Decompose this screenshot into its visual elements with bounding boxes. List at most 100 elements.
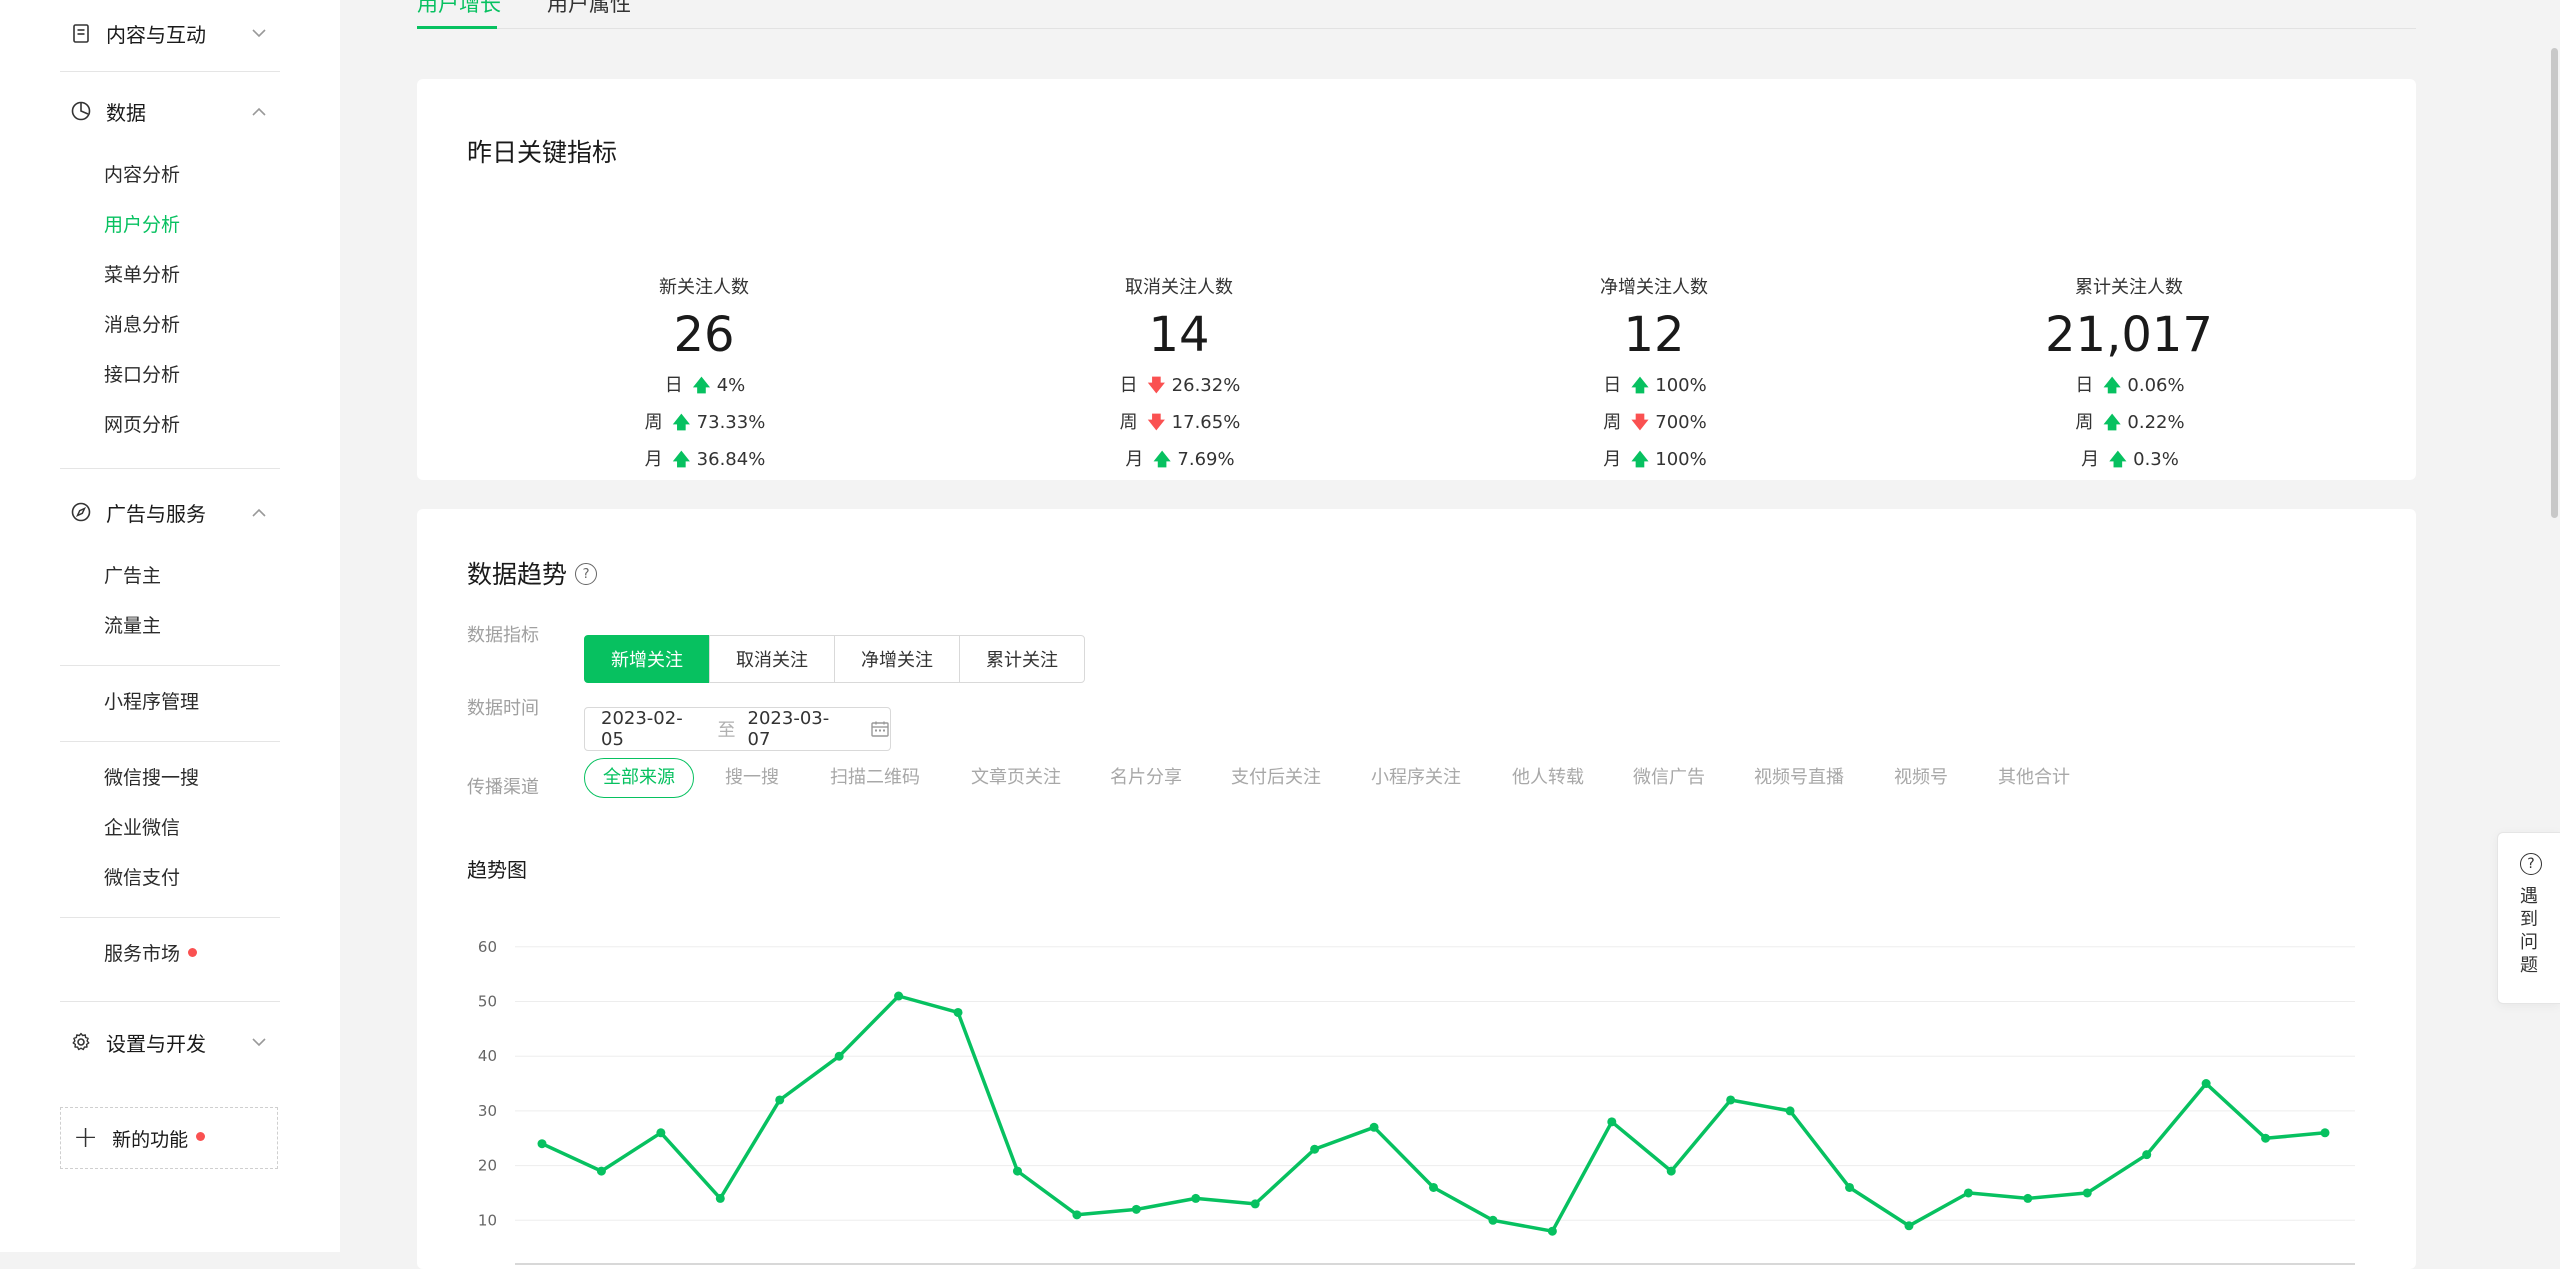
sidebar-item-mini-program[interactable]: 小程序管理 bbox=[104, 687, 199, 717]
channel-wechat-ads[interactable]: 微信广告 bbox=[1633, 758, 1705, 798]
data-point[interactable] bbox=[1726, 1095, 1736, 1105]
data-point[interactable] bbox=[2082, 1188, 2092, 1198]
data-point[interactable] bbox=[1191, 1193, 1201, 1203]
sidebar: 内容与互动 数据 内容分析 用户分析 菜单分析 消息分析 接口分析 网页分析 广… bbox=[0, 0, 340, 1252]
tab-user-attributes[interactable]: 用户属性 bbox=[547, 0, 631, 18]
data-point[interactable] bbox=[1310, 1144, 1320, 1154]
data-point[interactable] bbox=[953, 1007, 963, 1017]
data-point[interactable] bbox=[1547, 1226, 1557, 1236]
row-label: 月 bbox=[1603, 449, 1622, 470]
metric-option-total-follow[interactable]: 累计关注 bbox=[959, 635, 1085, 683]
sidebar-item-api-analysis[interactable]: 接口分析 bbox=[104, 360, 180, 390]
arrow-down-icon: 🡇 bbox=[1631, 413, 1649, 433]
divider bbox=[60, 917, 280, 918]
sidebar-item-wechat-pay[interactable]: 微信支付 bbox=[104, 863, 180, 893]
channel-repost[interactable]: 他人转载 bbox=[1512, 758, 1584, 798]
metric-option-new-follow[interactable]: 新增关注 bbox=[584, 635, 710, 683]
scrollbar-thumb[interactable] bbox=[2551, 48, 2558, 518]
nav-group-label: 设置与开发 bbox=[106, 1031, 206, 1056]
data-point[interactable] bbox=[656, 1128, 666, 1138]
data-point[interactable] bbox=[1488, 1215, 1498, 1225]
metric-option-net-follow[interactable]: 净增关注 bbox=[834, 635, 960, 683]
date-range-picker[interactable]: 2023-02-05 至 2023-03-07 bbox=[584, 707, 891, 751]
data-point[interactable] bbox=[715, 1193, 725, 1203]
channel-card-share[interactable]: 名片分享 bbox=[1110, 758, 1182, 798]
sidebar-item-advertiser[interactable]: 广告主 bbox=[104, 561, 161, 591]
nav-group-settings[interactable]: 设置与开发 bbox=[60, 1017, 280, 1067]
channel-live[interactable]: 视频号直播 bbox=[1754, 758, 1844, 798]
filter-label-time: 数据时间 bbox=[467, 698, 539, 719]
data-point[interactable] bbox=[834, 1051, 844, 1061]
sidebar-item-content-analysis[interactable]: 内容分析 bbox=[104, 160, 180, 190]
data-point[interactable] bbox=[1845, 1182, 1855, 1192]
data-point[interactable] bbox=[1785, 1106, 1795, 1116]
data-point[interactable] bbox=[1607, 1117, 1617, 1127]
nav-group-content[interactable]: 内容与互动 bbox=[60, 8, 280, 58]
tab-user-growth[interactable]: 用户增长 bbox=[417, 0, 501, 18]
help-char: 到 bbox=[2520, 909, 2538, 930]
data-point[interactable] bbox=[1963, 1188, 1973, 1198]
pct: 7.69% bbox=[1177, 449, 1235, 470]
sidebar-item-message-analysis[interactable]: 消息分析 bbox=[104, 310, 180, 340]
channel-mini-program[interactable]: 小程序关注 bbox=[1371, 758, 1461, 798]
row-label: 日 bbox=[1603, 375, 1622, 396]
channel-after-pay[interactable]: 支付后关注 bbox=[1231, 758, 1321, 798]
sidebar-item-wecom[interactable]: 企业微信 bbox=[104, 813, 180, 843]
arrow-up-icon: 🡅 bbox=[1153, 450, 1171, 470]
nav-group-ads[interactable]: 广告与服务 bbox=[60, 487, 280, 537]
metric-month-change: 月 🡅 7.69% bbox=[1029, 441, 1329, 478]
new-features-button[interactable]: + 新的功能 bbox=[60, 1107, 278, 1169]
data-point[interactable] bbox=[1904, 1221, 1914, 1231]
data-point[interactable] bbox=[894, 991, 904, 1001]
channel-article[interactable]: 文章页关注 bbox=[971, 758, 1061, 798]
metric-value: 14 bbox=[1148, 307, 1210, 363]
sidebar-item-webpage-analysis[interactable]: 网页分析 bbox=[104, 410, 180, 440]
row-label: 日 bbox=[2075, 375, 2094, 396]
date-separator: 至 bbox=[717, 720, 736, 741]
sidebar-item-wechat-search[interactable]: 微信搜一搜 bbox=[104, 763, 199, 793]
sidebar-item-publisher[interactable]: 流量主 bbox=[104, 611, 161, 641]
data-point[interactable] bbox=[596, 1166, 606, 1176]
help-icon[interactable]: ? bbox=[575, 563, 598, 585]
channel-channels[interactable]: 视频号 bbox=[1894, 758, 1948, 798]
data-point[interactable] bbox=[1012, 1166, 1022, 1176]
data-point[interactable] bbox=[1072, 1210, 1082, 1220]
chevron-down-icon bbox=[248, 1031, 270, 1053]
sidebar-item-service-market[interactable]: 服务市场 bbox=[104, 939, 198, 969]
row-label: 月 bbox=[1125, 449, 1144, 470]
channel-other[interactable]: 其他合计 bbox=[1998, 758, 2070, 798]
data-point[interactable] bbox=[2023, 1193, 2033, 1203]
nav-group-label: 广告与服务 bbox=[106, 501, 206, 526]
new-features-label: 新的功能 bbox=[112, 1128, 189, 1151]
data-point[interactable] bbox=[2261, 1133, 2271, 1143]
metric-value: 21,017 bbox=[2045, 307, 2213, 363]
arrow-up-icon: 🡅 bbox=[1631, 450, 1649, 470]
data-point[interactable] bbox=[1666, 1166, 1676, 1176]
data-point[interactable] bbox=[1429, 1182, 1438, 1192]
data-point[interactable] bbox=[1369, 1122, 1379, 1132]
data-point[interactable] bbox=[2320, 1128, 2330, 1138]
arrow-up-icon: 🡅 bbox=[2109, 450, 2127, 470]
sidebar-item-user-analysis[interactable]: 用户分析 bbox=[104, 210, 180, 240]
metric-option-unfollow[interactable]: 取消关注 bbox=[709, 635, 835, 683]
filter-label-metric: 数据指标 bbox=[467, 625, 539, 646]
row-label: 日 bbox=[664, 375, 683, 396]
nav-group-data[interactable]: 数据 bbox=[60, 86, 280, 136]
data-point[interactable] bbox=[2201, 1079, 2211, 1089]
pct: 0.3% bbox=[2133, 449, 2179, 470]
data-point[interactable] bbox=[1131, 1204, 1141, 1214]
calendar-icon bbox=[870, 720, 890, 738]
chevron-up-icon bbox=[248, 501, 270, 523]
sidebar-item-menu-analysis[interactable]: 菜单分析 bbox=[104, 260, 180, 290]
data-point[interactable] bbox=[1250, 1199, 1260, 1209]
pct: 0.22% bbox=[2127, 412, 2185, 433]
help-char: 问 bbox=[2520, 932, 2538, 953]
channel-all[interactable]: 全部来源 bbox=[584, 758, 694, 798]
data-point[interactable] bbox=[775, 1095, 785, 1105]
help-float-button[interactable]: ? 遇 到 问 题 bbox=[2497, 832, 2560, 1004]
pct: 26.32% bbox=[1171, 375, 1241, 396]
data-point[interactable] bbox=[2142, 1150, 2152, 1160]
data-point[interactable] bbox=[537, 1139, 547, 1149]
channel-search[interactable]: 搜一搜 bbox=[725, 758, 779, 798]
channel-qrcode[interactable]: 扫描二维码 bbox=[830, 758, 920, 798]
